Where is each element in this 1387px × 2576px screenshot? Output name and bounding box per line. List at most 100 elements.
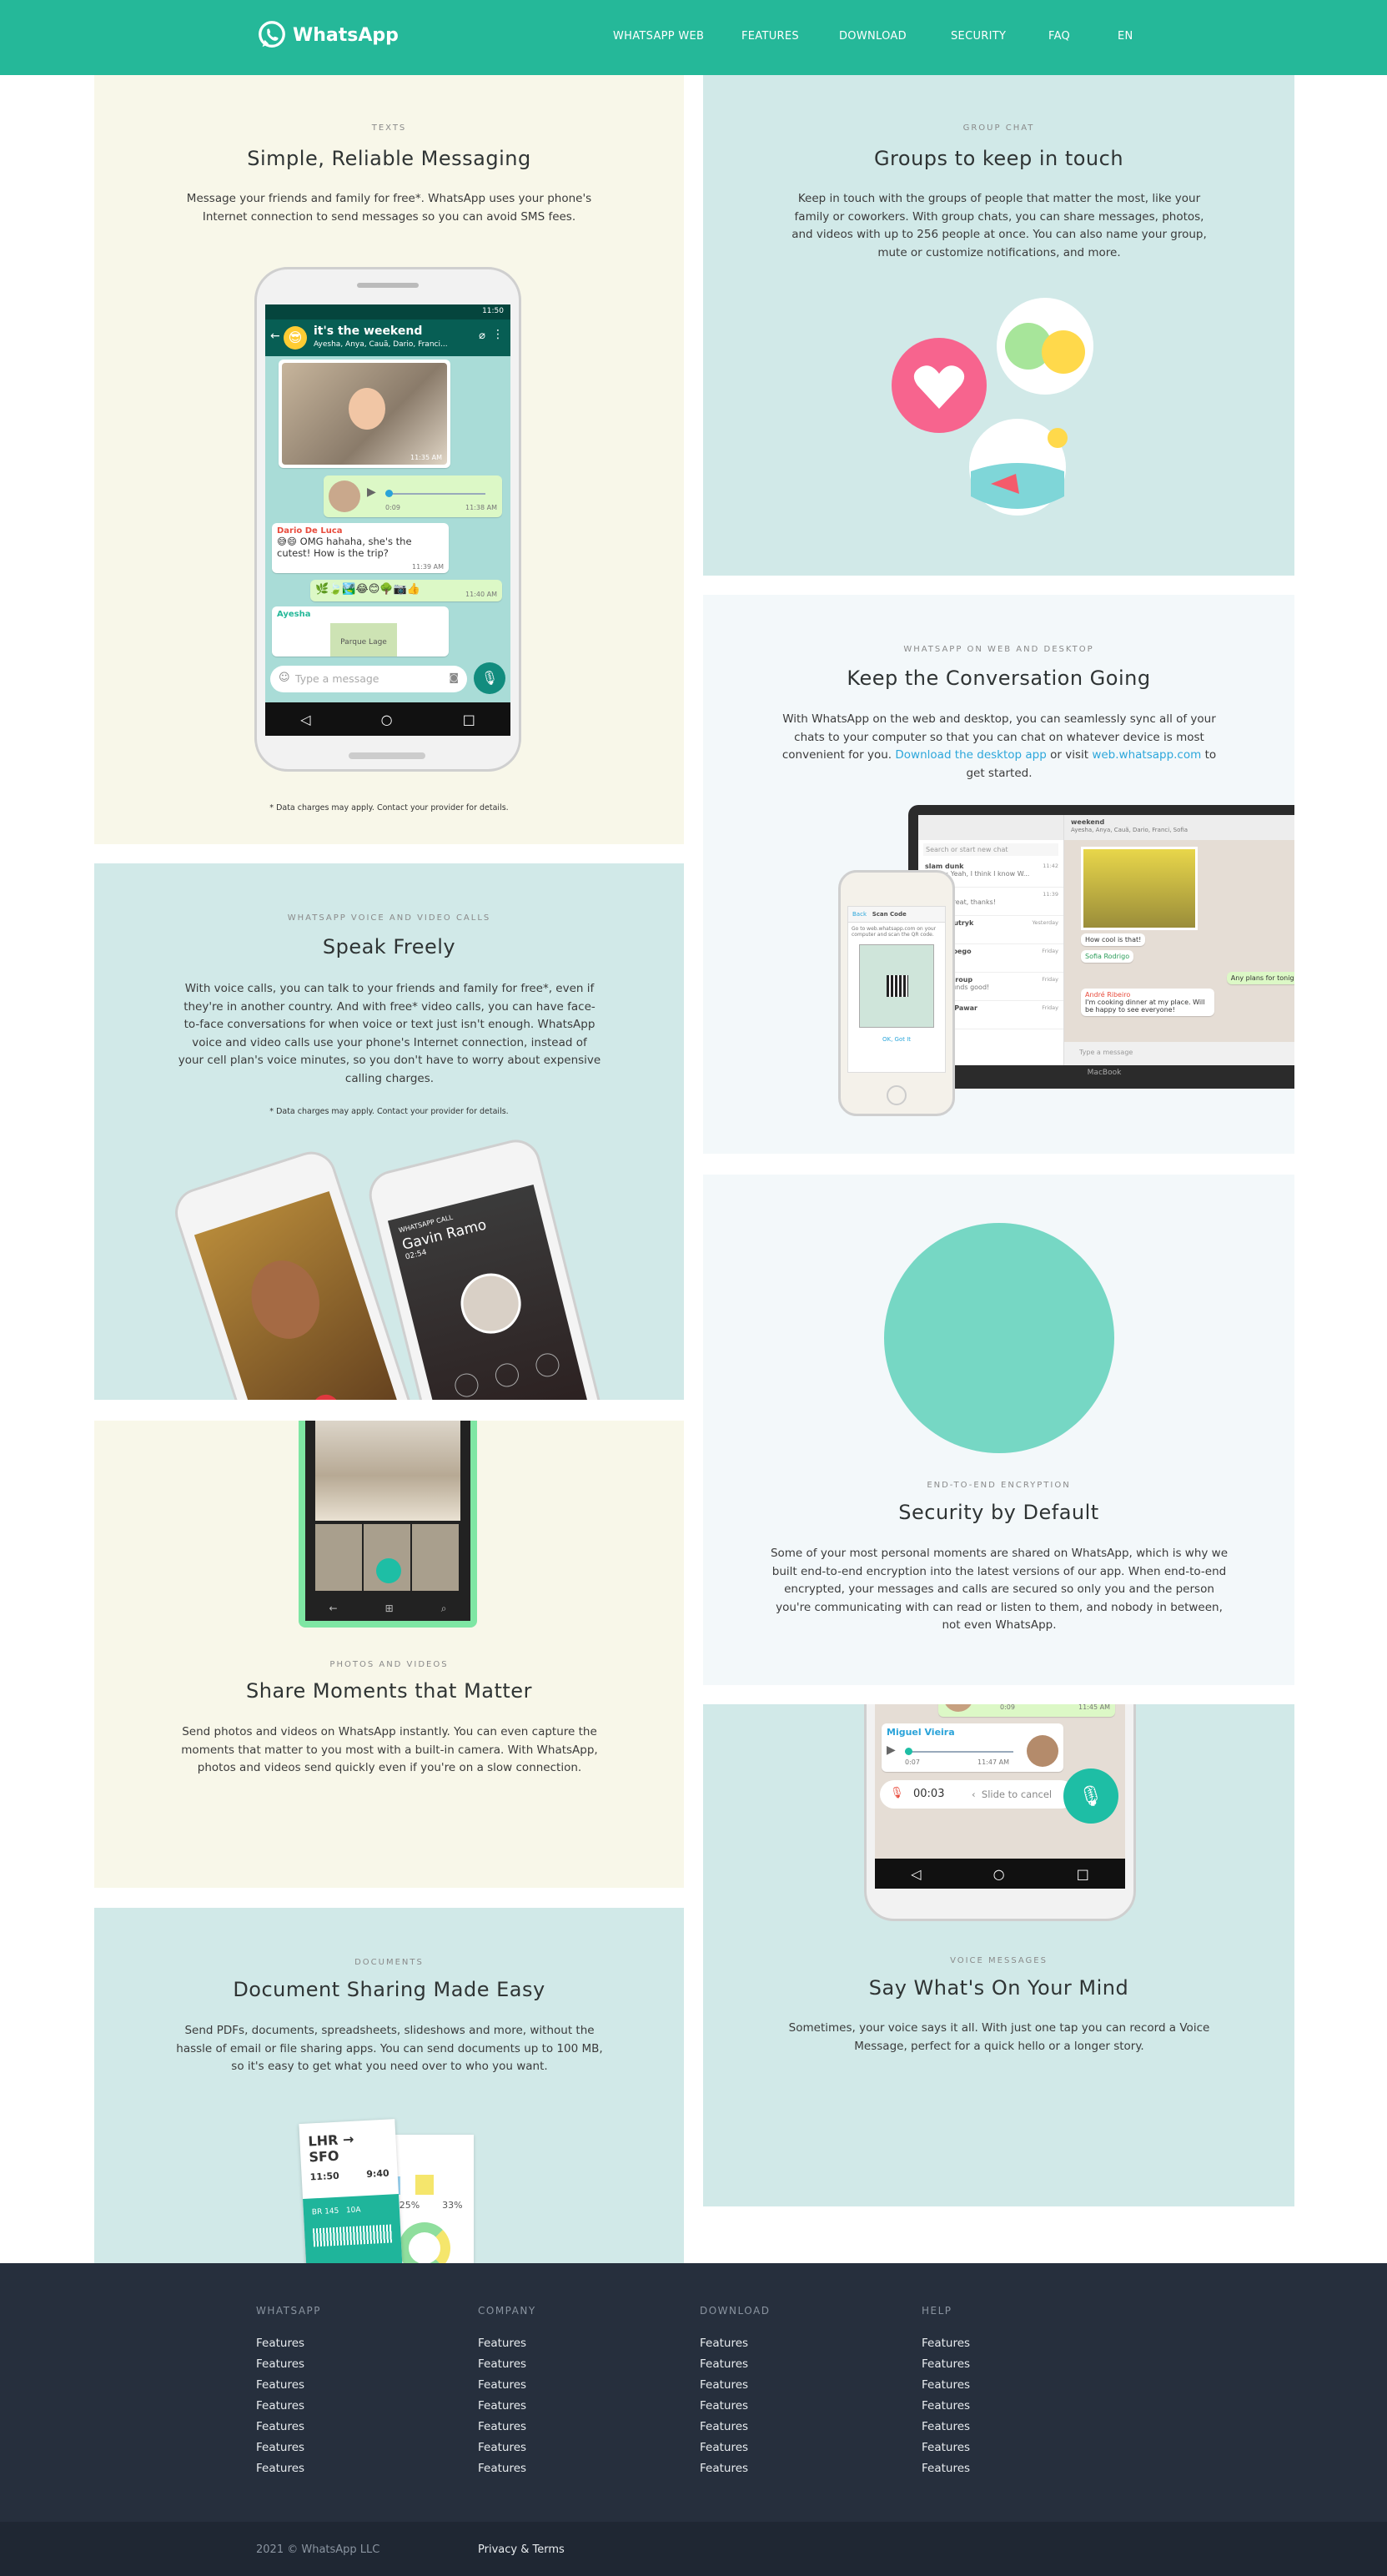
voice-message[interactable]: Miguel Vieira ▶ 0:07 11:47 AM bbox=[882, 1723, 1063, 1772]
emoji-icon[interactable]: ☺ bbox=[279, 672, 290, 684]
end-call-button[interactable] bbox=[309, 1391, 343, 1400]
play-icon[interactable]: ▶ bbox=[887, 1743, 896, 1757]
more-options-icon[interactable]: ⋮ bbox=[492, 328, 504, 341]
nav-whatsapp-web[interactable]: WHATSAPP WEB bbox=[613, 30, 704, 43]
footer-link[interactable]: Features bbox=[700, 2399, 770, 2420]
footer-link[interactable]: Features bbox=[478, 2420, 536, 2441]
beach-photo bbox=[315, 1421, 460, 1521]
footer-link[interactable]: Features bbox=[700, 2420, 770, 2441]
audio-progress-knob[interactable] bbox=[905, 1748, 912, 1755]
download-desktop-link[interactable]: Download the desktop app bbox=[895, 748, 1046, 762]
footer-link[interactable]: Features bbox=[256, 2462, 321, 2483]
chat-search-input[interactable]: Search or start new chat bbox=[923, 843, 1058, 856]
footer-link[interactable]: Features bbox=[922, 2420, 970, 2441]
back-nav-icon[interactable]: ← bbox=[329, 1602, 338, 1614]
voice-call-screen: WHATSAPP CALL Gavin Ramo 02:54 bbox=[387, 1184, 595, 1400]
section-title: Groups to keep in touch bbox=[873, 147, 1124, 170]
footer-link[interactable]: Features bbox=[478, 2357, 536, 2378]
back-nav-icon[interactable]: ◁ bbox=[911, 1866, 921, 1882]
section-title: Document Sharing Made Easy bbox=[233, 1978, 545, 2001]
footer-link[interactable]: Features bbox=[700, 2337, 770, 2357]
footer-link[interactable]: Features bbox=[478, 2462, 536, 2483]
boarding-pass: LHR → SFO 11:50 9:40 BR 145 10A bbox=[299, 2119, 403, 2263]
footer-link[interactable]: Features bbox=[922, 2378, 970, 2399]
nav-language[interactable]: EN bbox=[1118, 30, 1133, 43]
footer-link[interactable]: Features bbox=[478, 2378, 536, 2399]
home-nav-icon[interactable]: ○ bbox=[993, 1866, 1005, 1882]
voice-message[interactable]: ▶ 0:09 11:38 AM bbox=[324, 475, 502, 517]
footer-link[interactable]: Features bbox=[922, 2462, 970, 2483]
qr-code-icon bbox=[887, 975, 908, 997]
footer-link[interactable]: Features bbox=[256, 2357, 321, 2378]
voice-duration: 0:09 bbox=[385, 504, 400, 511]
image-message[interactable]: 11:35 AM bbox=[279, 360, 450, 468]
footer-link[interactable]: Features bbox=[256, 2399, 321, 2420]
video-toggle-button[interactable] bbox=[492, 1361, 521, 1390]
nav-faq[interactable]: FAQ bbox=[1048, 30, 1070, 43]
windows-start-icon[interactable]: ⊞ bbox=[385, 1602, 394, 1614]
brand-logo[interactable]: WhatsApp bbox=[256, 19, 399, 51]
chat-bubble-sender: André Ribeiro bbox=[1085, 991, 1131, 999]
slide-to-cancel[interactable]: ‹ Slide to cancel bbox=[972, 1789, 1052, 1800]
recents-nav-icon[interactable]: □ bbox=[1077, 1866, 1089, 1882]
footer-link[interactable]: Features bbox=[256, 2441, 321, 2462]
footer-link[interactable]: Features bbox=[922, 2357, 970, 2378]
footer-link[interactable]: Features bbox=[700, 2441, 770, 2462]
shutter-button[interactable] bbox=[376, 1558, 401, 1583]
footer-link[interactable]: Features bbox=[478, 2337, 536, 2357]
voice-message[interactable]: ▶ 0:09 11:45 AM bbox=[938, 1704, 1115, 1717]
location-message[interactable]: Ayesha Parque Lage bbox=[272, 606, 449, 657]
footer-column-heading: DOWNLOAD bbox=[700, 2305, 771, 2317]
phone-mockup: ▶ 0:09 11:45 AM Miguel Vieira ▶ 0:07 11:… bbox=[864, 1704, 1136, 1921]
chat-bubble[interactable]: Any plans for tonight? bbox=[1226, 972, 1294, 984]
text-message[interactable]: Dario De Luca 😅😄 OMG hahaha, she's the c… bbox=[272, 523, 449, 573]
mic-button[interactable]: 🎙 bbox=[474, 662, 505, 694]
footer-link[interactable]: Features bbox=[478, 2399, 536, 2420]
speaker-button[interactable] bbox=[533, 1351, 562, 1380]
encryption-circle bbox=[884, 1223, 1114, 1453]
home-nav-icon[interactable]: ○ bbox=[381, 712, 393, 727]
audio-progress[interactable] bbox=[385, 493, 485, 495]
attach-icon[interactable]: ⌀ bbox=[479, 330, 485, 342]
chat-bubble-text: I'm cooking dinner at my place. Will be … bbox=[1085, 999, 1205, 1014]
search-nav-icon[interactable]: ⌕ bbox=[441, 1602, 447, 1615]
brand-name: WhatsApp bbox=[293, 24, 399, 46]
audio-progress[interactable] bbox=[905, 1751, 1013, 1753]
footer-link[interactable]: Features bbox=[700, 2462, 770, 2483]
mute-button[interactable] bbox=[452, 1371, 481, 1400]
footer-link[interactable]: Features bbox=[256, 2420, 321, 2441]
play-icon[interactable]: ▶ bbox=[367, 486, 376, 499]
chat-bubble[interactable]: André Ribeiro I'm cooking dinner at my pl… bbox=[1081, 989, 1214, 1016]
back-link[interactable]: Back bbox=[852, 911, 867, 918]
footer-link[interactable]: Features bbox=[922, 2337, 970, 2357]
privacy-terms-link[interactable]: Privacy & Terms bbox=[478, 2543, 565, 2556]
footer-link[interactable]: Features bbox=[922, 2441, 970, 2462]
nav-security[interactable]: SECURITY bbox=[951, 30, 1006, 43]
footer-link[interactable]: Features bbox=[256, 2378, 321, 2399]
footer-link[interactable]: Features bbox=[478, 2441, 536, 2462]
message-input[interactable]: ☺ Type a message ◙ bbox=[270, 666, 467, 692]
record-button[interactable]: 🎙 bbox=[1063, 1768, 1118, 1824]
audio-progress-knob[interactable] bbox=[385, 490, 393, 497]
footer-link[interactable]: Features bbox=[700, 2357, 770, 2378]
nav-features[interactable]: FEATURES bbox=[741, 30, 799, 43]
chat-title: weekend bbox=[1071, 818, 1105, 826]
back-nav-icon[interactable]: ◁ bbox=[300, 712, 310, 727]
departure-time: 11:50 bbox=[309, 2170, 340, 2183]
chat-bubble[interactable]: How cool is that! bbox=[1081, 933, 1146, 946]
emoji-message[interactable]: 🌿🍃🏞️😂😊🌳📷👍 11:40 AM bbox=[310, 580, 502, 601]
camera-icon[interactable]: ◙ bbox=[449, 672, 459, 683]
footer-link[interactable]: Features bbox=[922, 2399, 970, 2420]
ok-got-it-button[interactable]: OK, Got It bbox=[848, 1031, 945, 1043]
chat-bubble-sender[interactable]: Sofia Rodrigo bbox=[1081, 950, 1134, 963]
message-time: 11:47 AM bbox=[977, 1758, 1009, 1766]
map-label: Parque Lage bbox=[340, 638, 387, 647]
desktop-message-input[interactable]: Type a message bbox=[1064, 1042, 1294, 1065]
footer-link[interactable]: Features bbox=[700, 2378, 770, 2399]
footer-link[interactable]: Features bbox=[256, 2337, 321, 2357]
phone-bottom-grille bbox=[349, 752, 425, 759]
recents-nav-icon[interactable]: □ bbox=[463, 712, 475, 727]
web-whatsapp-link[interactable]: web.whatsapp.com bbox=[1092, 748, 1201, 762]
back-arrow-icon[interactable]: ← bbox=[270, 330, 280, 343]
nav-download[interactable]: DOWNLOAD bbox=[839, 30, 907, 43]
